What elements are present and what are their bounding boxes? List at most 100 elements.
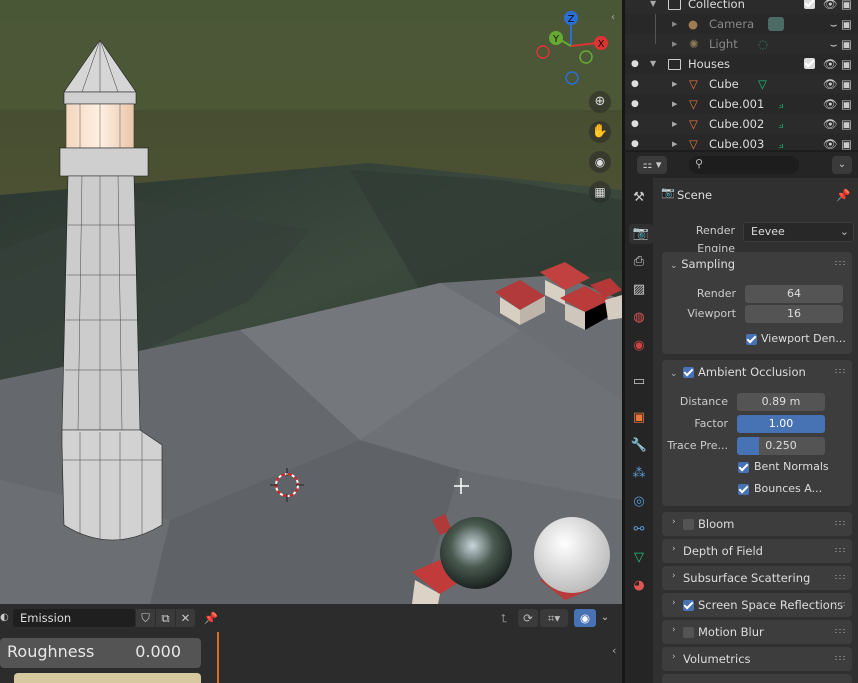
outliner-row-cube-001[interactable]: ● ▶ ▽ Cube.001 ⟓ 👁 ▣ [625,94,858,114]
bloom-panel[interactable]: › Bloom [662,512,852,536]
outliner-row-camera[interactable]: ▶ ● Camera ⌣ ▣ [625,14,858,34]
outliner-row-cube-002[interactable]: ● ▶ ▽ Cube.002 ⟓ 👁 ▣ [625,114,858,134]
drag-handle-icon[interactable] [834,574,846,580]
camera-render-icon[interactable]: ▣ [841,97,852,111]
exclude-checkbox[interactable] [803,58,815,69]
bent-normals-checkbox[interactable] [738,462,749,473]
outliner-row-light[interactable]: ▶ ✺ Light ◌ ⌣ ▣ [625,34,858,54]
ssr-checkbox[interactable] [683,600,694,611]
drag-handle-icon[interactable] [834,520,846,526]
drag-handle-icon[interactable] [834,547,846,553]
camera-render-icon[interactable]: ▣ [841,17,852,31]
outliner-row-collection[interactable]: ▼ Collection 👁 ▣ [625,0,858,14]
camera-render-icon[interactable]: ▣ [841,37,852,51]
depth-of-field-panel[interactable]: › Depth of Field [662,539,852,563]
fake-user-shield-icon[interactable]: ⛉ [136,609,155,627]
constraints-tab-icon[interactable]: ⚯ [629,520,649,540]
bounces-approx-checkbox[interactable] [738,484,749,495]
outliner-row-cube[interactable]: ● ▶ ▽ Cube ▽ 👁 ▣ [625,74,858,94]
volumetrics-panel[interactable]: › Volumetrics [662,647,852,671]
duplicate-icon[interactable]: ⧉ [156,609,175,627]
3d-viewport[interactable]: Z X Y ⊕ ✋ ◉ ▦ ‹ [0,0,622,604]
collection-tab-icon[interactable]: ▭ [629,372,649,392]
snap-magnet-icon[interactable]: ⟳ [518,609,538,627]
snap-type-dropdown[interactable]: ⌗▾ [540,609,568,627]
expand-arrow-icon[interactable]: ▶ [672,94,677,114]
expand-arrow-icon[interactable]: ▼ [650,54,656,74]
sampling-header[interactable]: ⌄ Sampling [670,252,735,276]
render-engine-dropdown[interactable]: Eevee ⌄ [743,222,854,242]
expand-arrow-icon[interactable]: ▶ [672,34,677,54]
partial-panel[interactable] [662,674,852,683]
eye-icon[interactable]: 👁 [823,77,838,91]
expand-arrow-icon[interactable]: ▶ [672,14,677,34]
camera-render-icon[interactable]: ▣ [841,77,852,91]
material-browse-icon[interactable]: ◐ [0,609,10,627]
eye-icon[interactable]: 👁 [823,57,838,71]
expand-arrow-icon[interactable]: ▶ [672,74,677,94]
factor-slider[interactable]: 1.00 [737,415,825,433]
overlays-dropdown-chevron-icon[interactable]: ⌄ [597,609,613,627]
trace-precision-slider[interactable]: 0.250 [737,437,825,455]
camera-render-icon[interactable]: ▣ [841,0,852,11]
close-icon[interactable]: ✕ [176,609,195,627]
world-tab-icon[interactable]: ◉ [629,336,649,356]
sidebar-toggle-icon[interactable]: ‹ [612,644,622,662]
eye-hidden-icon[interactable]: ⌣ [830,37,838,51]
subsurface-scattering-panel[interactable]: › Subsurface Scattering [662,566,852,590]
object-tab-icon[interactable]: ▣ [629,408,649,428]
drag-handle-icon[interactable] [834,655,846,661]
ambient-occlusion-header[interactable]: ⌄ [670,360,678,384]
overlays-icon[interactable]: ◉ [574,609,596,627]
view-layer-tab-icon[interactable]: ▨ [629,280,649,300]
eye-hidden-icon[interactable]: ⌣ [830,17,838,31]
camera-view-icon[interactable]: ◉ [589,151,611,173]
bloom-checkbox[interactable] [683,519,694,530]
pin-icon[interactable]: 📌 [202,609,220,627]
particles-tab-icon[interactable]: ⁂ [629,464,649,484]
editor-type-dropdown[interactable]: ⚏ ▾ [637,156,667,174]
viewport-sidebar-toggle-icon[interactable]: ‹ [611,12,621,26]
eye-icon[interactable]: 👁 [823,97,838,111]
viewport-samples-field[interactable]: 16 [745,305,843,323]
tool-tab-icon[interactable]: ⚒ [629,188,649,208]
motion-blur-checkbox[interactable] [683,627,694,638]
eye-icon[interactable]: 👁 [823,117,838,131]
drag-handle-icon[interactable] [834,601,846,607]
roughness-field[interactable]: Roughness 0.000 [0,638,201,668]
search-input[interactable]: ⚲ [689,156,799,174]
physics-tab-icon[interactable]: ◎ [629,492,649,512]
properties-editor[interactable]: ⚏ ▾ ⚲ ⌄ ⚒ 📷 ⎙ ▨ ◍ ◉ ▭ ▣ 🔧 ⁂ ◎ ⚯ ▽ ◕ 📷 Sc… [625,152,858,683]
outliner-row-houses[interactable]: ● ▼ Houses 👁 ▣ [625,54,858,74]
motion-blur-panel[interactable]: › Motion Blur [662,620,852,644]
render-samples-field[interactable]: 64 [745,285,843,303]
scene-tab-icon[interactable]: ◍ [629,308,649,328]
drag-handle-icon[interactable] [834,368,846,374]
camera-render-icon[interactable]: ▣ [841,117,852,131]
data-tab-icon[interactable]: ▽ [629,548,649,568]
distance-field[interactable]: 0.89 m [737,393,825,411]
output-tab-icon[interactable]: ⎙ [629,252,649,272]
camera-render-icon[interactable]: ▣ [841,137,852,150]
pin-icon[interactable]: 📌 [836,188,850,202]
expand-arrow-icon[interactable]: ▶ [672,114,677,134]
material-name-field[interactable]: Emission [13,609,135,627]
pan-hand-icon[interactable]: ✋ [589,121,611,143]
screen-space-reflections-panel[interactable]: › Screen Space Reflections [662,593,852,617]
eye-icon[interactable]: 👁 [823,137,838,150]
grid-perspective-icon[interactable]: ▦ [589,181,611,203]
drag-handle-icon[interactable] [834,260,846,266]
material-tab-icon[interactable]: ◕ [629,576,649,596]
drag-handle-icon[interactable] [834,628,846,634]
expand-arrow-icon[interactable]: ▼ [650,0,656,14]
outliner-row-cube-003[interactable]: ● ▶ ▽ Cube.003 ⟓ 👁 ▣ [625,134,858,150]
viewport-denoise-checkbox[interactable] [746,334,757,345]
zoom-icon[interactable]: ⊕ [589,91,611,113]
ambient-occlusion-checkbox[interactable] [683,367,694,378]
modifier-tab-icon[interactable]: 🔧 [629,436,649,456]
options-dropdown[interactable]: ⌄ [832,156,852,174]
outliner[interactable]: ▼ Collection 👁 ▣ ▶ ● Camera ⌣ ▣ ▶ ✺ Ligh… [625,0,858,150]
exclude-checkbox[interactable] [803,0,815,9]
color-swatch[interactable] [14,673,201,683]
camera-render-icon[interactable]: ▣ [841,57,852,71]
